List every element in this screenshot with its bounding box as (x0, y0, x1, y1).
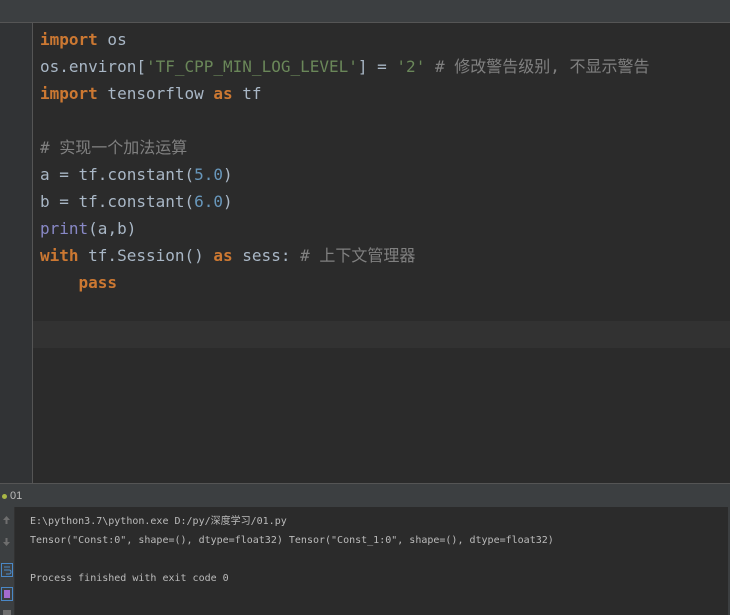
code-token: ) (223, 165, 233, 184)
editor-tab-bar (0, 0, 730, 23)
console-output-line: Tensor("Const:0", shape=(), dtype=float3… (30, 535, 554, 546)
code-line[interactable]: a = tf.constant(5.0) (40, 161, 730, 188)
run-tab[interactable]: 01 (2, 488, 22, 504)
code-token: tf.Session() (78, 246, 214, 265)
code-token: 'TF_CPP_MIN_LOG_LEVEL' (145, 57, 358, 76)
code-token: # 修改警告级别, 不显示警告 (425, 57, 650, 76)
code-token: (a,b) (88, 219, 137, 238)
code-line[interactable]: print(a,b) (40, 215, 730, 242)
code-token: tf (232, 84, 262, 103)
code-token: # 上下文管理器 (300, 246, 416, 265)
code-line[interactable]: b = tf.constant(6.0) (40, 188, 730, 215)
code-token: os.environ[ (40, 57, 146, 76)
code-lines[interactable]: import os os.environ['TF_CPP_MIN_LOG_LEVE… (40, 26, 730, 350)
code-token: a = tf.constant( (40, 165, 195, 184)
soft-wrap-icon[interactable] (0, 561, 13, 579)
code-line[interactable]: pass (40, 269, 730, 296)
code-token: with (40, 246, 79, 265)
code-token: b = tf.constant( (40, 192, 195, 211)
code-token: os (97, 30, 127, 49)
code-token: sess: (232, 246, 301, 265)
code-token: 5.0 (194, 165, 224, 184)
run-tab-label: 01 (10, 490, 23, 502)
arrow-up-icon[interactable] (0, 511, 13, 529)
print-icon[interactable] (0, 585, 13, 603)
console-toolbar (0, 507, 15, 615)
code-token: 6.0 (194, 192, 224, 211)
code-editor[interactable]: import os os.environ['TF_CPP_MIN_LOG_LEVE… (0, 23, 730, 483)
code-line[interactable]: with tf.Session() as sess: # 上下文管理器 (40, 242, 730, 269)
run-panel-header: 01 (0, 483, 730, 508)
code-line[interactable]: import os (40, 26, 730, 53)
code-token: pass (78, 273, 118, 292)
line-gutter (0, 23, 33, 483)
code-token: print (40, 219, 89, 238)
code-token: # 实现一个加法运算 (40, 138, 188, 157)
code-line[interactable]: os.environ['TF_CPP_MIN_LOG_LEVEL'] = '2'… (40, 53, 730, 80)
code-line[interactable]: import tensorflow as tf (40, 80, 730, 107)
code-token: import (40, 84, 98, 103)
code-line[interactable] (40, 107, 730, 134)
run-status-icon (2, 493, 7, 499)
code-line[interactable]: # 实现一个加法运算 (40, 134, 730, 161)
code-line[interactable] (40, 323, 730, 350)
ide-window: import os os.environ['TF_CPP_MIN_LOG_LEVE… (0, 0, 730, 615)
clear-icon[interactable] (0, 605, 13, 615)
code-line[interactable] (40, 296, 730, 323)
code-token: tensorflow (97, 84, 214, 103)
code-token: ] = (357, 57, 397, 76)
console-output: E:\python3.7\python.exe D:/py/深度学习/01.py… (30, 512, 730, 588)
code-token: import (40, 30, 98, 49)
console-command-line: E:\python3.7\python.exe D:/py/深度学习/01.py (30, 516, 287, 527)
code-token: ) (223, 192, 233, 211)
code-token: as (213, 246, 233, 265)
arrow-down-icon[interactable] (0, 533, 13, 551)
code-token: '2' (396, 57, 426, 76)
run-console: E:\python3.7\python.exe D:/py/深度学习/01.py… (0, 507, 730, 615)
console-exit-line: Process finished with exit code 0 (30, 573, 229, 584)
code-token: as (213, 84, 233, 103)
